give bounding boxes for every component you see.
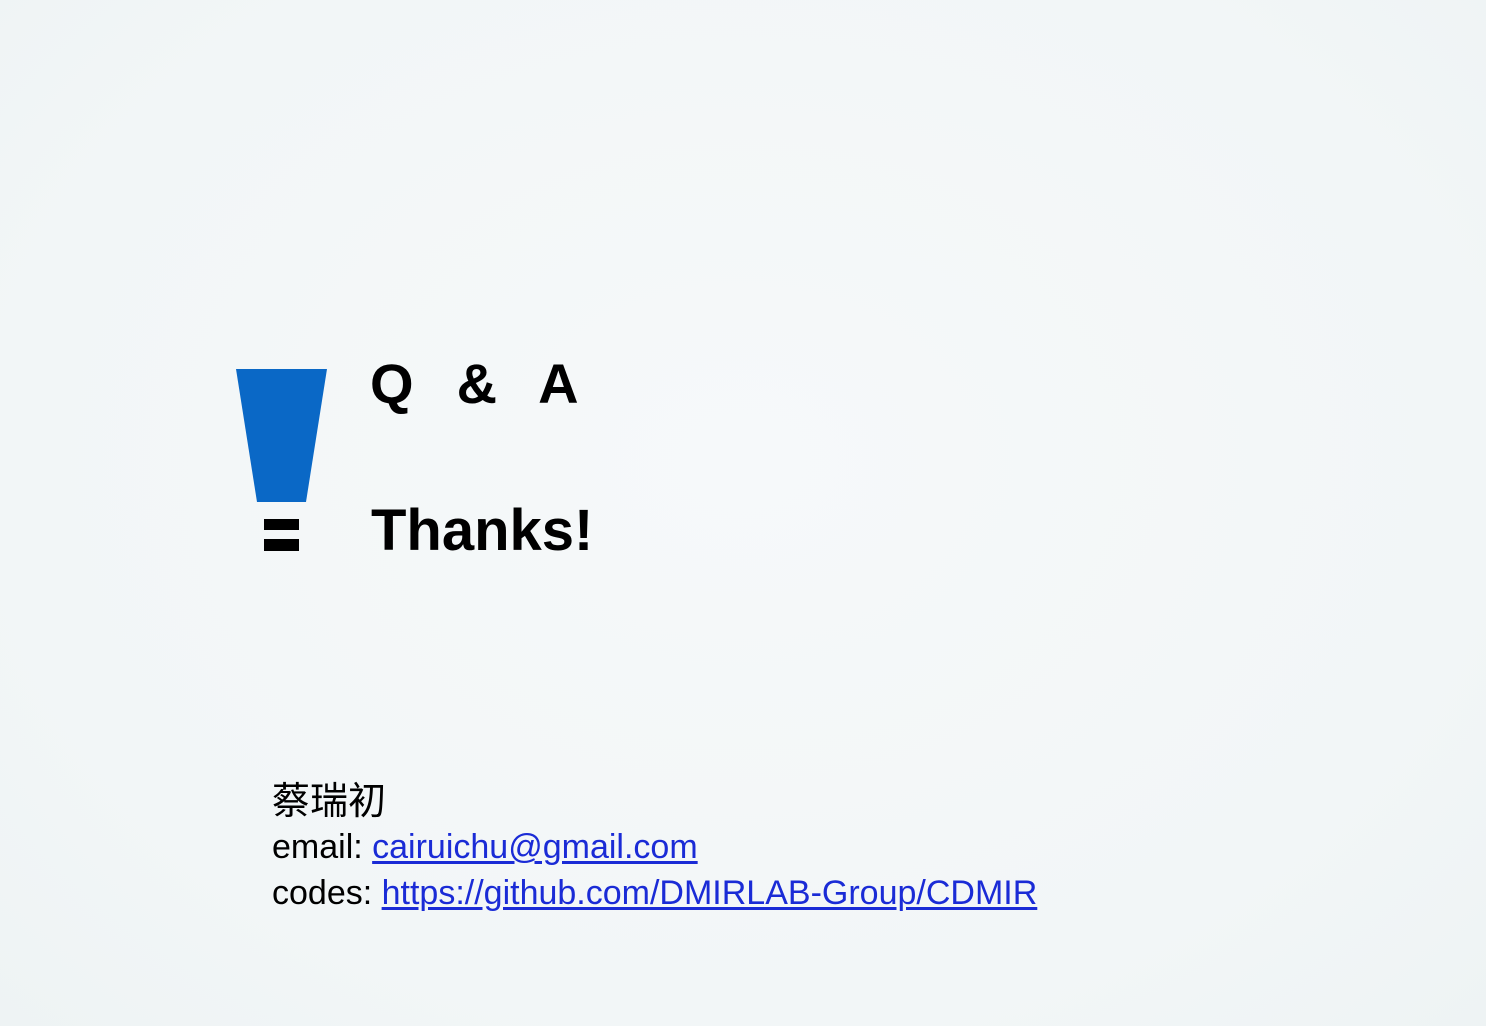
codes-link[interactable]: https://github.com/DMIRLAB-Group/CDMIR (382, 874, 1038, 912)
exclamation-bar (236, 369, 327, 502)
email-label: email: (272, 828, 373, 866)
codes-line: codes: https://github.com/DMIRLAB-Group/… (272, 870, 1037, 916)
codes-label: codes: (272, 874, 382, 912)
email-line: email: cairuichu@gmail.com (272, 824, 1037, 870)
email-link[interactable]: cairuichu@gmail.com (372, 828, 698, 866)
author-name: 蔡瑞初 (272, 779, 387, 823)
exclamation-dot-bottom (264, 539, 299, 551)
qa-title: Q & A (370, 352, 583, 415)
slide: Q & A Thanks! 蔡瑞初 email: cairuichu@gmail… (0, 0, 1486, 1026)
thanks-heading: Thanks! (371, 498, 594, 563)
exclamation-dot-top (264, 519, 299, 530)
exclamation-mark-icon (236, 369, 327, 551)
contact-block: 蔡瑞初 email: cairuichu@gmail.com codes: ht… (272, 778, 1037, 916)
